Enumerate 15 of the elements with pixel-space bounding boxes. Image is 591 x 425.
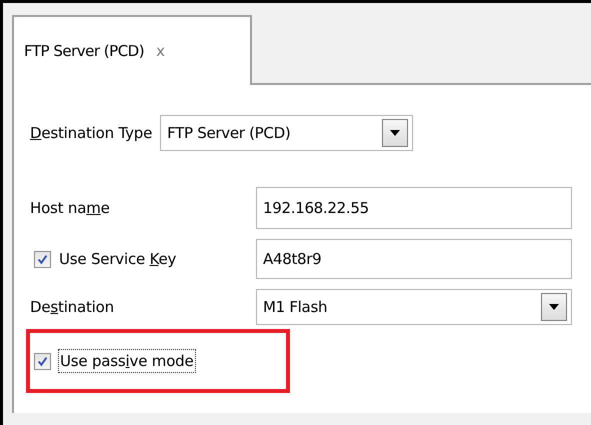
dropdown[interactable]: M1 Flash <box>256 289 572 325</box>
dropdown[interactable]: FTP Server (PCD) <box>160 115 414 151</box>
checkbox[interactable] <box>34 250 51 268</box>
input-field[interactable]: A48t8r9 <box>256 239 572 279</box>
checkbox-label: Use Service Key <box>59 250 176 268</box>
close-icon[interactable]: x <box>156 42 164 60</box>
checkbox[interactable] <box>34 352 51 370</box>
tab[interactable]: FTP Server (PCD) x <box>12 15 252 85</box>
input-field[interactable]: 192.168.22.55 <box>256 187 572 229</box>
destination-type-label: Destination Type <box>30 124 152 142</box>
checkmark-icon <box>37 254 48 264</box>
checkmark-icon <box>37 356 48 366</box>
checkbox-label: Use passive mode <box>59 350 195 372</box>
destination-label: Destination <box>30 298 115 316</box>
host-name-label: Host name <box>30 199 111 217</box>
